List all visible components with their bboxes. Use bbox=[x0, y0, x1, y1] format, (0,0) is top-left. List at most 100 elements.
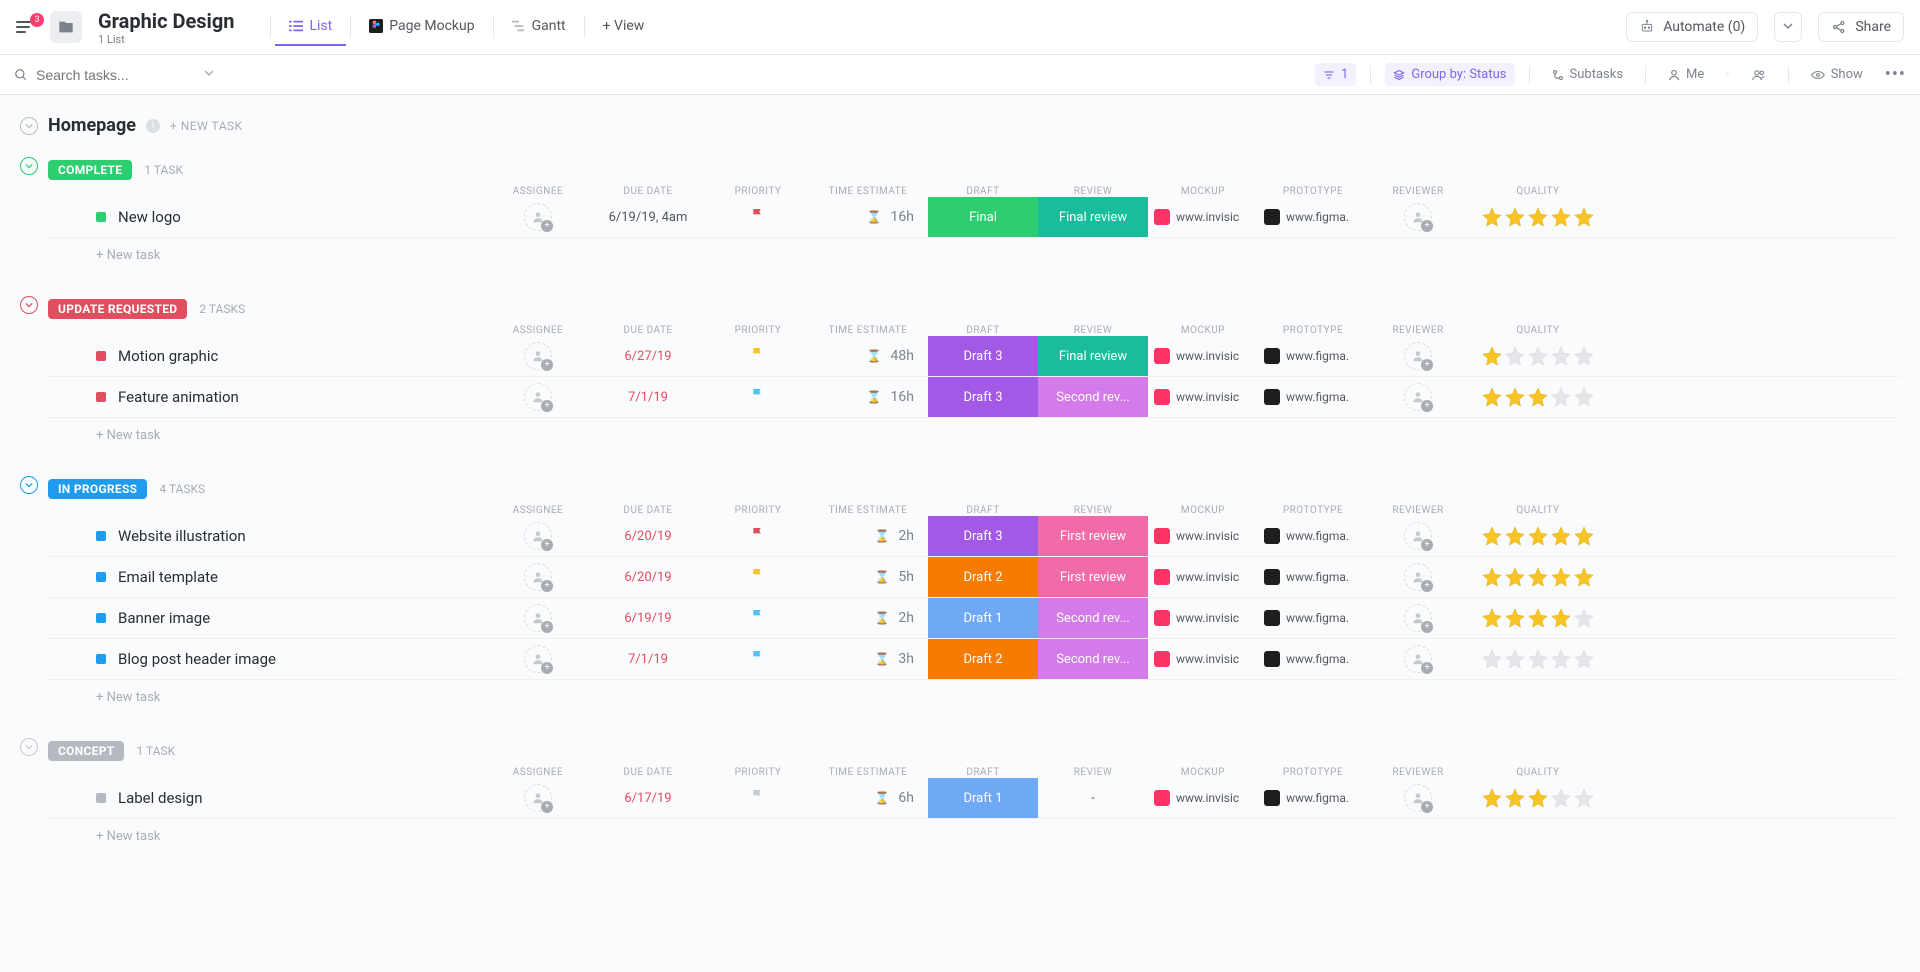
group-collapse-toggle[interactable] bbox=[20, 296, 38, 314]
mockup-link[interactable]: www.invisic bbox=[1148, 610, 1258, 626]
quality-stars[interactable] bbox=[1468, 566, 1608, 588]
assignees-button[interactable] bbox=[1744, 65, 1774, 85]
review-tag[interactable]: Second rev... bbox=[1038, 598, 1148, 638]
time-estimate[interactable]: ⌛3h bbox=[808, 651, 928, 667]
view-tab-gantt[interactable]: Gantt bbox=[498, 8, 580, 46]
share-button[interactable]: Share bbox=[1818, 12, 1904, 42]
task-row[interactable]: Label design + 6/17/19 ⌛6h Draft 1 - www… bbox=[48, 778, 1900, 819]
search-input[interactable] bbox=[36, 67, 196, 83]
view-tab-page-mockup[interactable]: Page Mockup bbox=[355, 8, 488, 46]
assignee-add[interactable]: + bbox=[524, 563, 552, 591]
info-icon[interactable]: i bbox=[146, 119, 160, 133]
menu-toggle[interactable]: 3 bbox=[16, 21, 34, 33]
quality-stars[interactable] bbox=[1468, 525, 1608, 547]
task-row[interactable]: Email template + 6/20/19 ⌛5h Draft 2 Fir… bbox=[48, 557, 1900, 598]
quality-stars[interactable] bbox=[1468, 648, 1608, 670]
assignee-add[interactable]: + bbox=[524, 645, 552, 673]
mockup-link[interactable]: www.invisic bbox=[1148, 790, 1258, 806]
quality-stars[interactable] bbox=[1468, 386, 1608, 408]
status-chip[interactable]: COMPLETE bbox=[48, 160, 132, 180]
reviewer-add[interactable]: + bbox=[1404, 383, 1432, 411]
prototype-link[interactable]: www.figma. bbox=[1258, 569, 1368, 585]
priority-flag[interactable] bbox=[708, 346, 808, 366]
draft-tag[interactable]: Draft 2 bbox=[928, 639, 1038, 679]
prototype-link[interactable]: www.figma. bbox=[1258, 528, 1368, 544]
new-task-button[interactable]: + New task bbox=[48, 418, 1900, 443]
assignee-add[interactable]: + bbox=[524, 342, 552, 370]
assignee-add[interactable]: + bbox=[524, 383, 552, 411]
filter-count-button[interactable]: 1 bbox=[1315, 63, 1356, 86]
review-tag[interactable]: Final review bbox=[1038, 197, 1148, 237]
task-row[interactable]: Blog post header image + 7/1/19 ⌛3h Draf… bbox=[48, 639, 1900, 680]
reviewer-add[interactable]: + bbox=[1404, 203, 1432, 231]
reviewer-add[interactable]: + bbox=[1404, 522, 1432, 550]
time-estimate[interactable]: ⌛48h bbox=[808, 348, 928, 364]
more-options[interactable]: ••• bbox=[1885, 64, 1906, 85]
task-row[interactable]: Feature animation + 7/1/19 ⌛16h Draft 3 … bbox=[48, 377, 1900, 418]
task-row[interactable]: Banner image + 6/19/19 ⌛2h Draft 1 Secon… bbox=[48, 598, 1900, 639]
new-task-button[interactable]: + New task bbox=[48, 680, 1900, 705]
priority-flag[interactable] bbox=[708, 788, 808, 808]
draft-tag[interactable]: Draft 1 bbox=[928, 598, 1038, 638]
show-button[interactable]: Show bbox=[1803, 63, 1871, 86]
automate-dropdown[interactable] bbox=[1774, 12, 1802, 42]
priority-flag[interactable] bbox=[708, 387, 808, 407]
new-task-header-button[interactable]: + NEW TASK bbox=[170, 119, 243, 133]
mockup-link[interactable]: www.invisic bbox=[1148, 528, 1258, 544]
mockup-link[interactable]: www.invisic bbox=[1148, 389, 1258, 405]
mockup-link[interactable]: www.invisic bbox=[1148, 209, 1258, 225]
group-collapse-toggle[interactable] bbox=[20, 157, 38, 175]
reviewer-add[interactable]: + bbox=[1404, 604, 1432, 632]
due-date[interactable]: 6/20/19 bbox=[588, 570, 708, 585]
time-estimate[interactable]: ⌛6h bbox=[808, 790, 928, 806]
draft-tag[interactable]: Draft 3 bbox=[928, 516, 1038, 556]
review-tag[interactable]: First review bbox=[1038, 557, 1148, 597]
due-date[interactable]: 6/17/19 bbox=[588, 791, 708, 806]
mockup-link[interactable]: www.invisic bbox=[1148, 569, 1258, 585]
group-collapse-toggle[interactable] bbox=[20, 738, 38, 756]
quality-stars[interactable] bbox=[1468, 345, 1608, 367]
assignee-add[interactable]: + bbox=[524, 784, 552, 812]
status-chip[interactable]: CONCEPT bbox=[48, 741, 124, 761]
priority-flag[interactable] bbox=[708, 608, 808, 628]
status-chip[interactable]: IN PROGRESS bbox=[48, 479, 147, 499]
task-row[interactable]: Website illustration + 6/20/19 ⌛2h Draft… bbox=[48, 516, 1900, 557]
mockup-link[interactable]: www.invisic bbox=[1148, 348, 1258, 364]
group-collapse-toggle[interactable] bbox=[20, 476, 38, 494]
search-dropdown[interactable] bbox=[204, 67, 214, 82]
priority-flag[interactable] bbox=[708, 567, 808, 587]
draft-tag[interactable]: Draft 2 bbox=[928, 557, 1038, 597]
group-by-button[interactable]: Group by: Status bbox=[1385, 63, 1514, 86]
reviewer-add[interactable]: + bbox=[1404, 342, 1432, 370]
time-estimate[interactable]: ⌛16h bbox=[808, 389, 928, 405]
review-tag[interactable]: First review bbox=[1038, 516, 1148, 556]
draft-tag[interactable]: Draft 1 bbox=[928, 778, 1038, 818]
draft-tag[interactable]: Final bbox=[928, 197, 1038, 237]
reviewer-add[interactable]: + bbox=[1404, 563, 1432, 591]
quality-stars[interactable] bbox=[1468, 607, 1608, 629]
reviewer-add[interactable]: + bbox=[1404, 645, 1432, 673]
quality-stars[interactable] bbox=[1468, 787, 1608, 809]
due-date[interactable]: 7/1/19 bbox=[588, 390, 708, 405]
assignee-add[interactable]: + bbox=[524, 604, 552, 632]
priority-flag[interactable] bbox=[708, 526, 808, 546]
review-tag[interactable]: Final review bbox=[1038, 336, 1148, 376]
status-chip[interactable]: UPDATE REQUESTED bbox=[48, 299, 187, 319]
time-estimate[interactable]: ⌛2h bbox=[808, 610, 928, 626]
time-estimate[interactable]: ⌛16h bbox=[808, 209, 928, 225]
prototype-link[interactable]: www.figma. bbox=[1258, 790, 1368, 806]
time-estimate[interactable]: ⌛2h bbox=[808, 528, 928, 544]
subtasks-button[interactable]: Subtasks bbox=[1544, 63, 1632, 86]
draft-tag[interactable]: Draft 3 bbox=[928, 377, 1038, 417]
view-tab-list[interactable]: List bbox=[275, 8, 346, 46]
add-view-button[interactable]: + View bbox=[589, 8, 659, 46]
due-date[interactable]: 6/27/19 bbox=[588, 349, 708, 364]
task-row[interactable]: New logo + 6/19/19, 4am ⌛16h Final Final… bbox=[48, 197, 1900, 238]
draft-tag[interactable]: Draft 3 bbox=[928, 336, 1038, 376]
due-date[interactable]: 6/19/19, 4am bbox=[588, 210, 708, 225]
prototype-link[interactable]: www.figma. bbox=[1258, 389, 1368, 405]
assignee-add[interactable]: + bbox=[524, 203, 552, 231]
priority-flag[interactable] bbox=[708, 207, 808, 227]
new-task-button[interactable]: + New task bbox=[48, 238, 1900, 263]
list-collapse-toggle[interactable] bbox=[20, 117, 38, 135]
